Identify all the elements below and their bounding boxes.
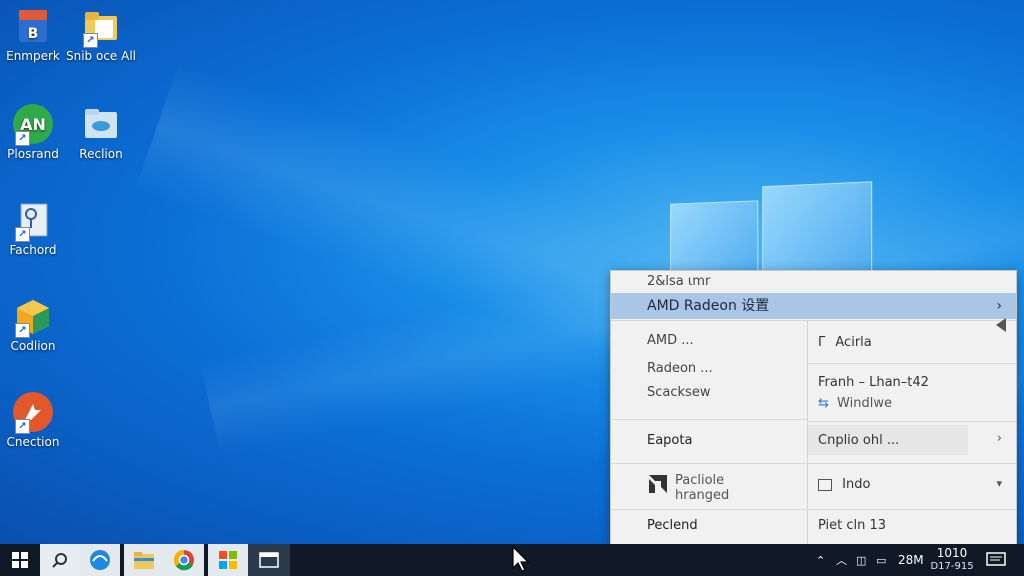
cube-icon: ↗: [13, 296, 53, 338]
tray-language-label[interactable]: 28M: [898, 544, 924, 576]
volume-icon[interactable]: ◫: [856, 544, 866, 576]
network-icon[interactable]: ︿: [836, 544, 847, 576]
bracket-icon: Γ: [818, 335, 826, 350]
dropdown-arrow-icon[interactable]: ▾: [996, 477, 1002, 490]
search-icon: [52, 553, 67, 568]
menu-item-peclend[interactable]: Peclend: [647, 518, 698, 533]
menu-item-label: Windlwe: [837, 396, 892, 411]
taskbar-store-button[interactable]: [208, 544, 248, 576]
mouse-cursor-icon: [512, 546, 530, 572]
desktop-icon-label: Snib oce All: [65, 49, 136, 63]
menu-item-label: Acirla: [835, 335, 872, 350]
blue-book-icon: B: [13, 6, 53, 46]
menu-item-pacliole[interactable]: Pacliole hranged: [675, 473, 729, 503]
search-button[interactable]: [40, 544, 80, 576]
menu-item-line: Pacliole: [675, 473, 725, 488]
cloud-folder-icon: [81, 104, 121, 144]
desktop-icon-reclion[interactable]: Reclion: [64, 104, 138, 162]
desktop-icon-label: Fachord: [9, 243, 57, 257]
shortcut-arrow-icon: ↗: [15, 419, 30, 434]
menu-item-windlwe[interactable]: ⇆ Windlwe: [818, 396, 892, 411]
windows-start-icon: [12, 552, 28, 568]
shortcut-arrow-icon: ↗: [83, 33, 98, 48]
window-icon: [818, 478, 832, 491]
panel-header: 2&lsa ιmr: [647, 274, 711, 289]
chevron-right-icon: ›: [996, 431, 1002, 446]
context-menu-panel: 2&lsa ιmr AMD Radeon 设置 › AMD ... Radeon…: [610, 270, 1017, 544]
menu-item-eapota[interactable]: Eapota: [647, 433, 692, 448]
desktop-icon-enmperk[interactable]: B Enmperk: [0, 6, 70, 64]
amd-logo-icon: [647, 473, 669, 495]
desktop-icon-label: Codlion: [10, 339, 56, 353]
desktop-icon-label: Reclion: [79, 147, 123, 161]
menu-item-radeon[interactable]: Radeon ...: [647, 361, 713, 376]
desktop-icon-label: Enmperk: [6, 49, 60, 63]
desktop: B Enmperk ↗ Snib oce All AN ↗ Plosrand R…: [0, 0, 1024, 544]
menu-item-amd[interactable]: AMD ...: [647, 333, 694, 348]
browser-globe-icon: [90, 550, 110, 570]
menu-item-franh[interactable]: Franh – Lhan–t42: [818, 375, 929, 390]
key-document-icon: ↗: [13, 200, 53, 242]
desktop-icon-label: Cnection: [6, 435, 60, 449]
notification-center-icon[interactable]: [986, 544, 1006, 576]
menu-item-indo[interactable]: Indo: [818, 477, 870, 492]
chrome-icon: [174, 550, 194, 571]
menu-item-piet[interactable]: Piet cln 13: [818, 518, 886, 533]
menu-item-line: hranged: [675, 488, 730, 503]
menu-item-acirla[interactable]: Γ Acirla: [818, 335, 872, 350]
chevron-right-icon: ›: [996, 298, 1002, 314]
shortcut-arrow-icon: ↗: [15, 131, 30, 146]
menu-item-label: AMD Radeon 设置: [647, 298, 770, 314]
desktop-icon-label: Plosrand: [7, 147, 59, 161]
menu-item-label: Indo: [842, 477, 871, 492]
tray-overflow-chevron-icon[interactable]: ⌃: [816, 544, 825, 576]
shortcut-arrow-icon: ↗: [15, 323, 30, 338]
store-grid-icon: [219, 551, 237, 569]
menu-item-scacksew[interactable]: Scacksew: [647, 385, 710, 400]
desktop-icon-codlion[interactable]: ↗ Codlion: [0, 296, 70, 354]
clock-time: 1010: [936, 546, 968, 560]
desktop-icon-plosrand[interactable]: AN ↗ Plosrand: [0, 104, 70, 162]
shortcut-arrow-icon: ↗: [15, 227, 30, 242]
svg-text:B: B: [28, 26, 39, 42]
orange-circle-icon: ↗: [13, 392, 53, 434]
keyboard-icon[interactable]: ▭: [876, 544, 886, 576]
green-app-icon: AN ↗: [13, 104, 53, 146]
collapse-arrow-icon[interactable]: [996, 318, 1006, 332]
system-clock[interactable]: 1010 D17-915: [924, 546, 980, 574]
desktop-icon-snib-oce-all[interactable]: ↗ Snib oce All: [64, 6, 138, 64]
taskbar-chrome-button[interactable]: [164, 544, 204, 576]
desktop-icon-cnection[interactable]: ↗ Cnection: [0, 392, 70, 450]
menu-item-cnplio[interactable]: Cnplio ohl ...: [818, 433, 899, 448]
share-icon: ⇆: [818, 396, 829, 411]
folder-icon: [134, 552, 154, 569]
desktop-icon-fachord[interactable]: ↗ Fachord: [0, 200, 70, 258]
taskbar-file-explorer-button[interactable]: [124, 544, 164, 576]
clock-date: D17-915: [930, 561, 974, 572]
window-app-icon: [259, 552, 279, 568]
folder-shortcut-icon: ↗: [81, 6, 121, 48]
taskbar-active-window-button[interactable]: [248, 544, 290, 576]
start-button[interactable]: [0, 544, 40, 576]
taskbar-edge-button[interactable]: [80, 544, 120, 576]
menu-item-amd-radeon-settings[interactable]: AMD Radeon 设置 ›: [611, 293, 1016, 319]
